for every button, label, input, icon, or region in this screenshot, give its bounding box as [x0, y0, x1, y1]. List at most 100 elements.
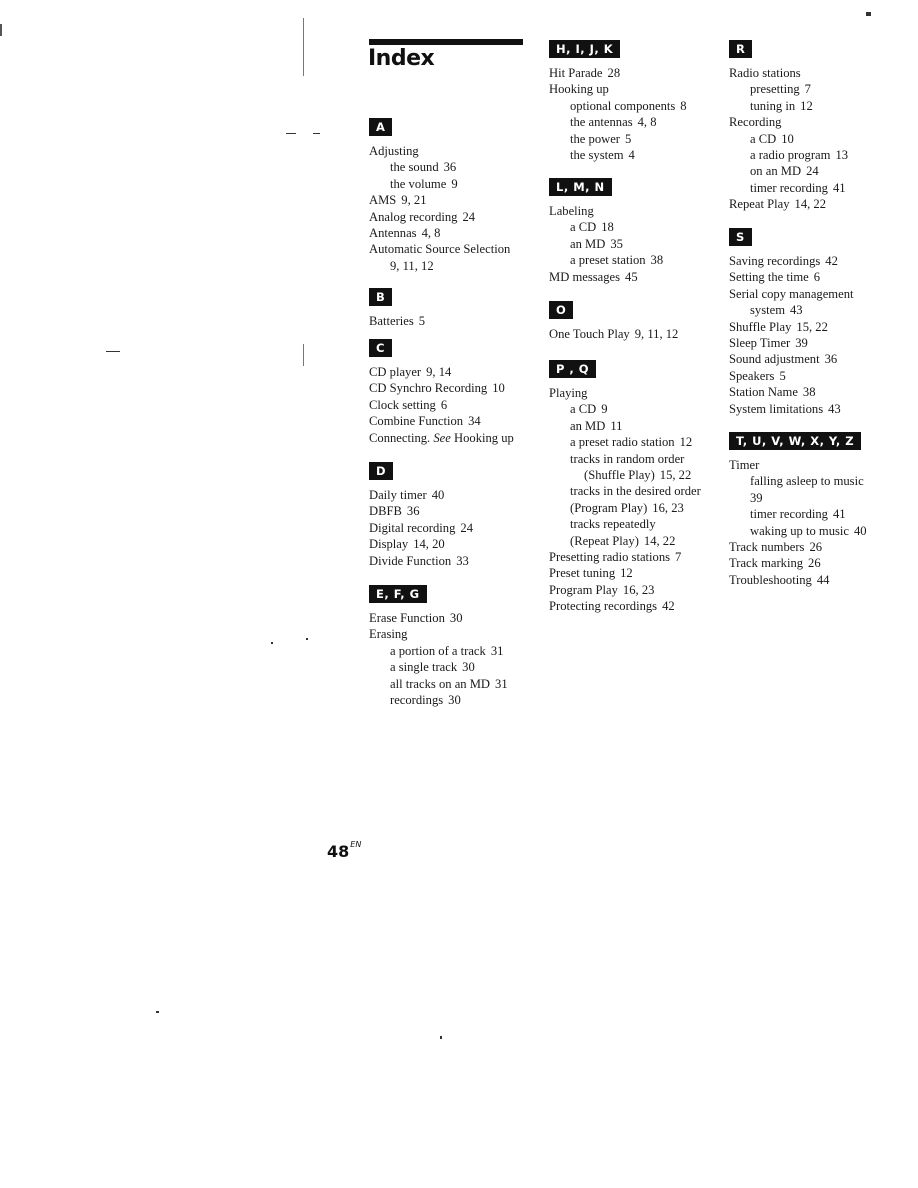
- index-entry: Radio stations: [729, 66, 801, 80]
- section-c: C CD player 9, 14 CD Synchro Recording 10 …: [369, 339, 539, 446]
- section-badge: A: [369, 118, 393, 136]
- index-subentry: waking up to music 40: [750, 523, 867, 538]
- scan-artifact: [106, 351, 120, 352]
- index-entry: Automatic Source Selection 9, 11, 12: [369, 242, 511, 273]
- index-subentry: falling asleep to music 39: [750, 474, 864, 505]
- section-b: B Batteries 5: [369, 288, 539, 329]
- section-badge: P , Q: [549, 360, 597, 378]
- index-subentry: a portion of a track 31: [390, 643, 504, 658]
- index-entry: Recording: [729, 115, 782, 130]
- section-d: D Daily timer 40 DBFB 36 Digital recording…: [369, 462, 539, 569]
- index-entry: Speakers 5: [729, 368, 786, 383]
- index-entry: Digital recording 24: [369, 520, 473, 535]
- index-entry: CD player 9, 14: [369, 365, 452, 379]
- index-entry: Shuffle Play 15, 22: [729, 319, 828, 334]
- index-entry: MD messages 45: [549, 269, 638, 284]
- index-subentry: the sound 36: [390, 160, 457, 175]
- page-number: 48EN: [327, 840, 362, 861]
- index-entry: Troubleshooting 44: [729, 572, 830, 587]
- page-title: Index: [368, 46, 435, 71]
- section-efg: E, F, G Erase Function 30 Erasing a porti…: [369, 585, 539, 708]
- section-o: O One Touch Play 9, 11, 12: [549, 301, 714, 342]
- index-subentry: tracks in random order (Shuffle Play) 15, …: [570, 451, 692, 483]
- section-hijk: H, I, J, K Hit Parade 28 Hooking up optio…: [549, 40, 714, 163]
- scan-artifact: [866, 12, 871, 16]
- index-subentry: a single track 30: [390, 660, 475, 675]
- index-subentry: timer recording 41: [750, 180, 846, 195]
- index-entry: Hit Parade 28: [549, 66, 621, 80]
- section-badge: E, F, G: [369, 585, 427, 603]
- index-subentry: the system 4: [570, 148, 635, 163]
- index-entry: CD Synchro Recording 10: [369, 381, 505, 396]
- scan-artifact: [306, 638, 308, 640]
- index-subentry: a radio program 13: [750, 148, 849, 163]
- section-badge: R: [729, 40, 753, 58]
- scan-artifact: [271, 642, 273, 644]
- scan-artifact: [303, 344, 304, 366]
- index-entry: Program Play 16, 23: [549, 582, 655, 597]
- index-entry: Station Name 38: [729, 385, 816, 400]
- scan-artifact: [156, 1011, 159, 1013]
- index-subentry: tracks repeatedly (Repeat Play) 14, 22: [570, 517, 676, 548]
- title-rule: [369, 39, 523, 45]
- index-entry: Clock setting 6: [369, 397, 448, 412]
- index-entry: Hooking up: [549, 82, 609, 97]
- index-entry: Daily timer 40: [369, 488, 445, 502]
- index-entry: Sound adjustment 36: [729, 352, 838, 367]
- scan-artifact: [440, 1036, 442, 1039]
- index-entry: Protecting recordings 42: [549, 599, 675, 614]
- section-pq: P , Q Playing a CD 9 an MD 11 a preset rad…: [549, 360, 714, 615]
- section-r: R Radio stations presetting 7 tuning in 12…: [729, 40, 889, 213]
- section-badge: B: [369, 288, 393, 306]
- section-tuvwxyz: T, U, V, W, X, Y, Z Timer falling asleep…: [729, 432, 889, 588]
- index-page: Index A Adjusting the sound 36 the volume…: [0, 0, 918, 1188]
- index-subentry: an MD 11: [570, 418, 623, 433]
- section-lmn: L, M, N Labeling a CD 18 an MD 35 a preset…: [549, 178, 714, 285]
- index-entry: Track marking 26: [729, 556, 821, 571]
- scan-artifact: [286, 133, 296, 134]
- index-subentry: a CD 10: [750, 131, 794, 146]
- index-entry: Divide Function 33: [369, 553, 469, 568]
- index-entry: Track numbers 26: [729, 540, 823, 555]
- index-subentry: a CD 18: [570, 220, 614, 235]
- index-subentry: a preset radio station 12: [570, 435, 693, 450]
- index-entry: Antennas 4, 8: [369, 226, 441, 241]
- index-subentry: on an MD 24: [750, 164, 819, 179]
- index-subentry: recordings 30: [390, 693, 461, 708]
- index-entry-cross-reference: Connecting. See Hooking up: [369, 430, 514, 445]
- index-subentry: all tracks on an MD 31: [390, 676, 508, 691]
- index-entry: Saving recordings 42: [729, 254, 838, 268]
- section-badge: D: [369, 462, 394, 480]
- index-entry: System limitations 43: [729, 401, 841, 416]
- section-badge: L, M, N: [549, 178, 612, 196]
- index-subentry: the power 5: [570, 131, 632, 146]
- index-entry: Setting the time 6: [729, 270, 821, 285]
- index-entry: Playing: [549, 386, 588, 400]
- index-entry: Analog recording 24: [369, 209, 476, 224]
- index-subentry: timer recording 41: [750, 507, 846, 522]
- section-s: S Saving recordings 42 Setting the time 6 …: [729, 228, 889, 417]
- index-subentry: an MD 35: [570, 236, 623, 251]
- section-badge: O: [549, 301, 574, 319]
- index-subentry: presetting 7: [750, 82, 811, 97]
- page-language-suffix: EN: [350, 840, 362, 849]
- index-entry: Serial copy management system 43: [729, 286, 854, 318]
- index-entry: Repeat Play 14, 22: [729, 197, 826, 212]
- index-entry: Display 14, 20: [369, 537, 445, 552]
- index-entry: Preset tuning 12: [549, 566, 633, 581]
- index-entry: Presetting radio stations 7: [549, 550, 682, 565]
- index-subentry: tuning in 12: [750, 98, 813, 113]
- index-entry: Timer: [729, 458, 760, 472]
- section-a: A Adjusting the sound 36 the volume 9 AMS 9…: [369, 118, 539, 274]
- index-entry: Batteries 5: [369, 314, 426, 328]
- scan-artifact: [313, 133, 320, 134]
- index-subentry: the volume 9: [390, 176, 458, 191]
- index-entry: One Touch Play 9, 11, 12: [549, 327, 679, 341]
- index-subentry: a CD 9: [570, 402, 608, 417]
- index-entry: Combine Function 34: [369, 414, 481, 429]
- index-subentry: optional components 8: [570, 98, 687, 113]
- index-entry: Adjusting: [369, 144, 419, 158]
- index-entry: Labeling: [549, 204, 594, 218]
- index-entry: Erasing: [369, 627, 408, 642]
- section-badge: H, I, J, K: [549, 40, 621, 58]
